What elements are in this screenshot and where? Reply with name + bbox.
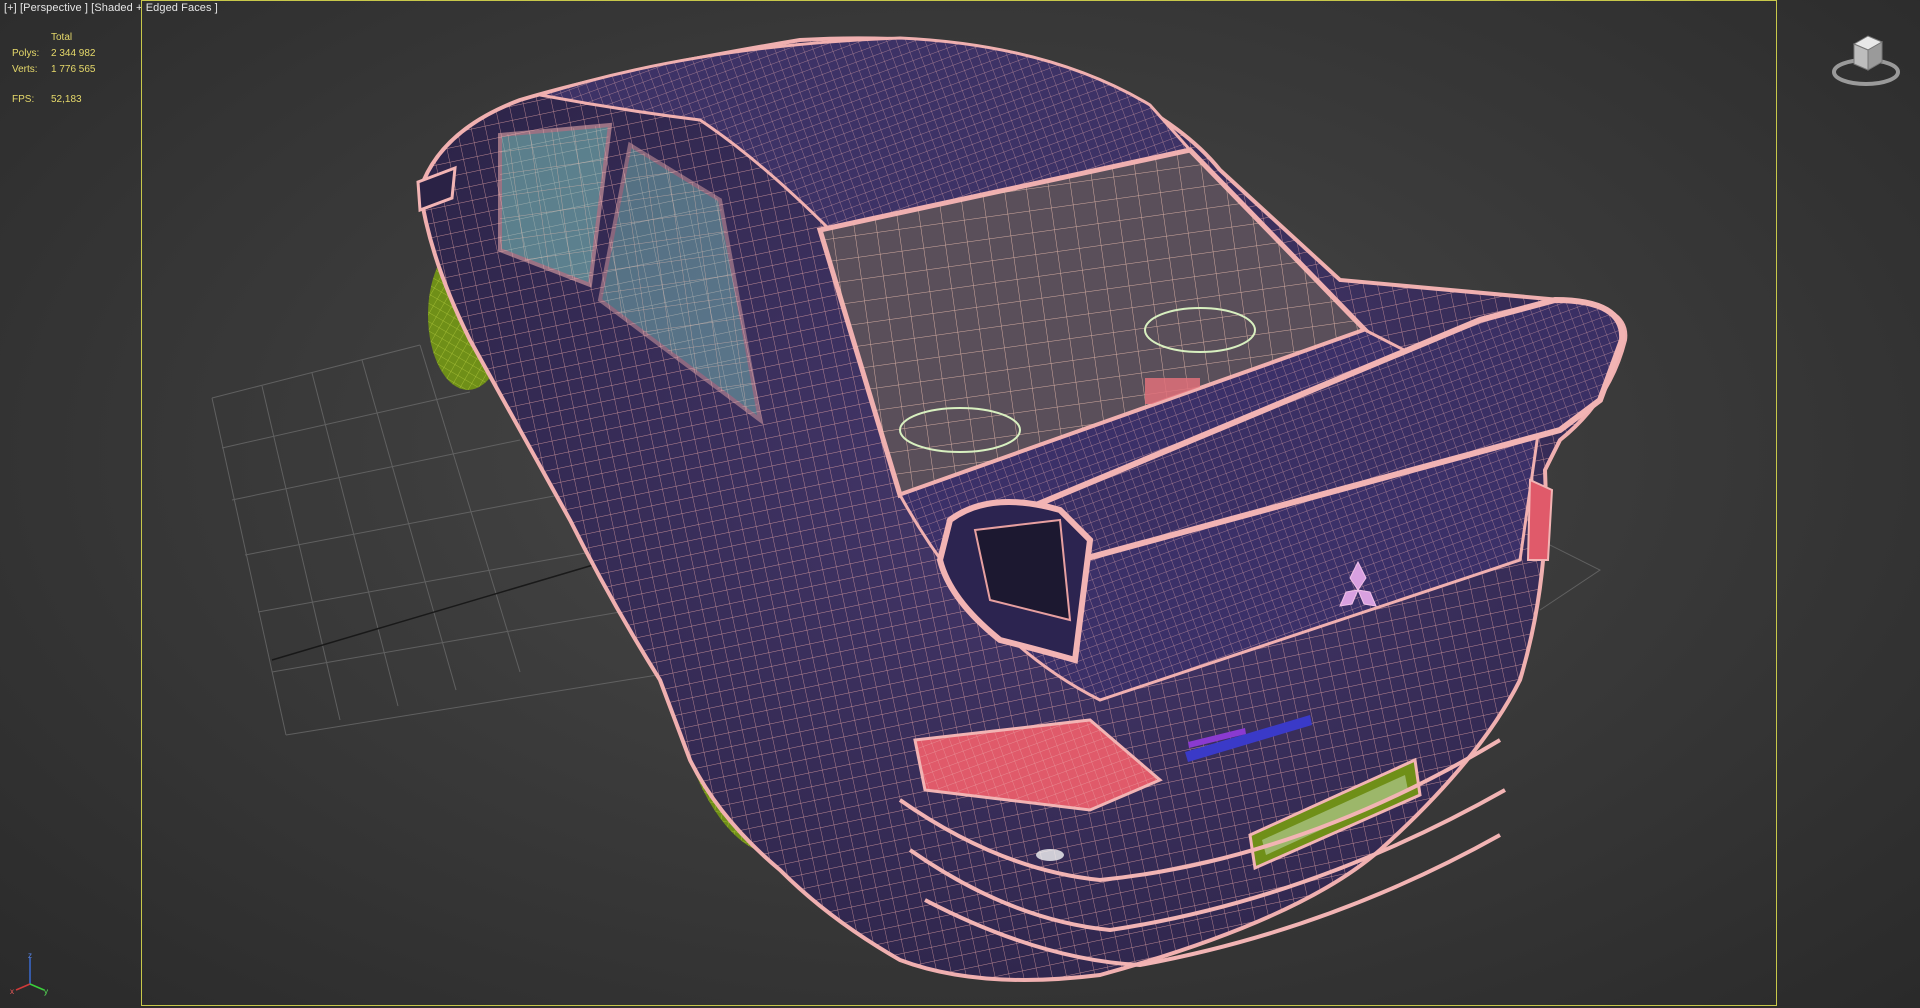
axis-tripod-icon: z x y [10, 951, 48, 996]
verts-value: 1 776 565 [51, 64, 96, 75]
safe-frame [141, 0, 1777, 1006]
fps-label: FPS: [12, 94, 35, 105]
stats-verts-row: Verts: 1 776 565 [12, 64, 96, 75]
polys-label: Polys: [12, 48, 40, 59]
axis-y-label: y [44, 987, 48, 996]
stats-polys-row: Polys: 2 344 982 [12, 48, 96, 59]
fps-value: 52,183 [51, 94, 82, 105]
axis-z-label: z [28, 951, 32, 960]
verts-label: Verts: [12, 64, 38, 75]
stats-fps-row: FPS: 52,183 [12, 94, 82, 105]
stats-header: Total [51, 32, 73, 43]
viewcube-icon[interactable] [1830, 26, 1902, 90]
polys-value: 2 344 982 [51, 48, 96, 59]
axis-x-label: x [10, 987, 14, 996]
